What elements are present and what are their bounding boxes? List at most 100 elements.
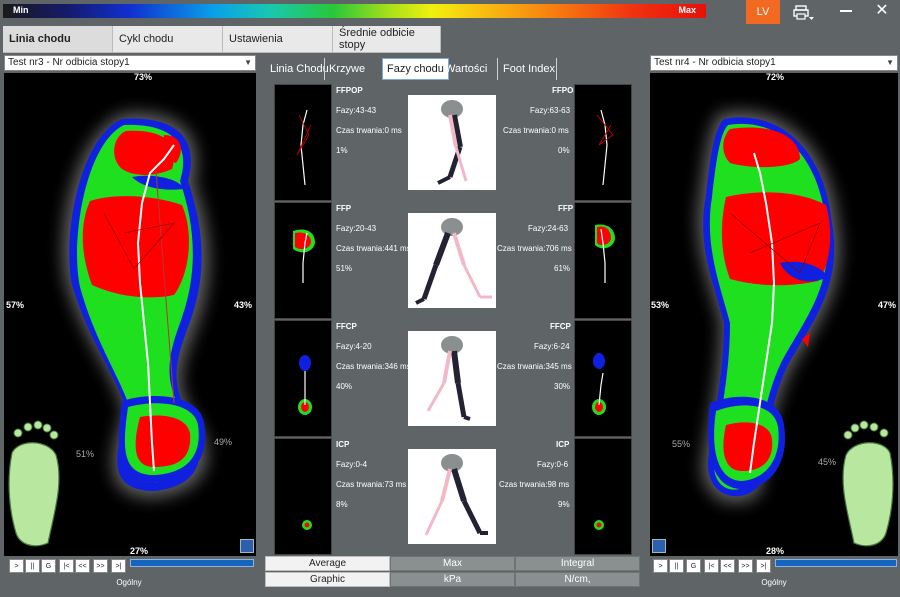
gait-figure-ffpop: [408, 95, 496, 190]
right-heel-left-pct: 55%: [672, 439, 690, 449]
print-icon[interactable]: [793, 5, 815, 21]
play-button[interactable]: >: [9, 559, 24, 573]
first-frame-button[interactable]: |<: [59, 559, 74, 573]
left-phase-thumbnail: [274, 438, 332, 555]
max-button[interactable]: Max: [390, 556, 515, 571]
pause-button[interactable]: ||: [25, 559, 40, 573]
minimize-icon[interactable]: [840, 10, 852, 12]
rewind-button[interactable]: <<: [75, 559, 90, 573]
footprint-icon: [8, 420, 60, 547]
phase-fazy-right: Fazy:24-63: [528, 224, 569, 233]
first-frame-button[interactable]: |<: [704, 559, 719, 573]
right-bottom-pct: 28%: [766, 546, 784, 556]
right-phase-thumbnail: [574, 84, 632, 201]
right-foot-pressure-map: 72% 28% 53% 47% 55% 45%: [651, 72, 896, 556]
close-icon[interactable]: ✕: [874, 3, 890, 19]
phase-czas-right: Czas trwania:345 ms: [497, 362, 572, 371]
right-foot-panel: 72% 28% 53% 47% 55% 45%: [650, 72, 898, 556]
tab-foot-index[interactable]: Foot Index: [503, 58, 555, 80]
phase-row-ffcp: FFCP Fazy:4-20 Czas trwania:346 ms 40% F…: [274, 320, 632, 437]
tab-ustawienia[interactable]: Ustawienia: [223, 26, 333, 53]
right-phase-thumbnail: [574, 320, 632, 437]
refresh-icon[interactable]: [652, 539, 666, 553]
phase-czas-left: Czas trwania:346 ms: [336, 362, 411, 371]
phase-row-ffpop: FFPOP Fazy:43-43 Czas trwania:0 ms 1% FF…: [274, 84, 632, 201]
tab-linia-chodu[interactable]: Linia chodu: [3, 26, 113, 53]
heel-left-pct: 51%: [76, 449, 94, 459]
tab-separator: [556, 58, 557, 80]
phase-name-left: FFP: [336, 204, 352, 213]
last-frame-button[interactable]: >|: [756, 559, 771, 573]
phase-fazy-left: Fazy:0-4: [336, 460, 368, 469]
phase-fazy-right: Fazy:6-24: [534, 342, 570, 351]
tab-separator: [324, 58, 325, 80]
phase-czas-left: Czas trwania:441 ms: [336, 244, 411, 253]
lv-button[interactable]: LV: [746, 0, 780, 24]
tab-krzywe[interactable]: Krzywe: [329, 58, 365, 80]
phase-pct-left: 40%: [336, 382, 353, 391]
left-phase-thumbnail: [274, 202, 332, 319]
right-phase-thumbnail: [574, 202, 632, 319]
refresh-icon[interactable]: [240, 539, 254, 553]
phase-czas-left: Czas trwania:73 ms: [336, 480, 407, 489]
left-foot-pressure-map: 73% 27% 57% 43% 51% 49%: [6, 72, 252, 556]
left-test-select-value: Test nr3 - Nr odbicia stopy1: [8, 57, 130, 68]
right-phase-thumbnail: [574, 438, 632, 555]
phase-name-right: FFP: [558, 204, 574, 213]
left-ogolny-label: Ogólny: [116, 578, 142, 587]
phase-czas-right: Czas trwania:98 ms: [499, 480, 570, 489]
right-side-pct: 43%: [234, 300, 252, 310]
left-top-pct: 73%: [134, 73, 152, 82]
g-button[interactable]: G: [686, 559, 701, 573]
phase-czas-right: Czas trwania:706 ms: [497, 244, 572, 253]
left-test-select[interactable]: Test nr3 - Nr odbicia stopy1 ▼: [4, 55, 256, 71]
tab-srednie-odbicie[interactable]: Średnie odbicie stopy: [333, 26, 441, 53]
phase-fazy-left: Fazy:20-43: [336, 224, 377, 233]
phase-pct-right: 30%: [554, 382, 571, 391]
tab-fazy-chodu[interactable]: Fazy chodu: [382, 58, 449, 80]
left-foot-panel: 73% 27% 57% 43% 51% 49%: [4, 72, 256, 556]
heel-right-pct: 49%: [214, 437, 232, 447]
rewind-button[interactable]: <<: [720, 559, 735, 573]
forward-button[interactable]: >>: [93, 559, 108, 573]
g-button[interactable]: G: [41, 559, 56, 573]
scale-min-label: Min: [13, 5, 29, 15]
ncm-button[interactable]: N/cm,: [515, 572, 640, 587]
right-left-side-pct: 53%: [651, 300, 669, 310]
phase-pct-right: 9%: [558, 500, 570, 509]
right-playback-progress[interactable]: [775, 559, 897, 567]
left-playback-progress[interactable]: [130, 559, 254, 567]
phase-czas-right: Czas trwania:0 ms: [503, 126, 569, 135]
phase-fazy-left: Fazy:43-43: [336, 106, 377, 115]
phase-czas-left: Czas trwania:0 ms: [336, 126, 402, 135]
phase-row-icp: ICP Fazy:0-4 Czas trwania:73 ms 8% ICP F…: [274, 438, 632, 555]
left-phase-thumbnail: [274, 320, 332, 437]
phase-pct-left: 1%: [336, 146, 348, 155]
right-top-pct: 72%: [766, 73, 784, 82]
phase-name-right: FFCP: [550, 322, 571, 331]
right-test-select[interactable]: Test nr4 - Nr odbicia stopy1 ▼: [650, 55, 898, 71]
last-frame-button[interactable]: >|: [111, 559, 126, 573]
forward-button[interactable]: >>: [738, 559, 753, 573]
pause-button[interactable]: ||: [669, 559, 684, 573]
kpa-button[interactable]: kPa: [390, 572, 515, 587]
phase-fazy-right: Fazy:0-6: [537, 460, 569, 469]
phase-pct-right: 0%: [558, 146, 570, 155]
play-button[interactable]: >: [653, 559, 668, 573]
average-button[interactable]: Average: [265, 556, 390, 571]
tab-linia-chodu-mid[interactable]: Linia Chodu: [270, 58, 329, 80]
graphic-button[interactable]: Graphic: [265, 572, 390, 587]
left-side-pct: 57%: [6, 300, 24, 310]
chevron-down-icon: ▼: [244, 58, 252, 67]
left-bottom-pct: 27%: [130, 546, 148, 556]
tab-separator: [497, 58, 498, 80]
tab-wartosci[interactable]: Wartości: [445, 58, 487, 80]
right-right-side-pct: 47%: [878, 300, 896, 310]
right-heel-right-pct: 45%: [818, 457, 836, 467]
phase-name-left: ICP: [336, 440, 350, 449]
gait-figure-icp: [408, 449, 496, 544]
integral-button[interactable]: Integral: [515, 556, 640, 571]
gait-figure-ffp: [408, 213, 496, 308]
tab-cykl-chodu[interactable]: Cykl chodu: [113, 26, 223, 53]
phase-name-left: FFCP: [336, 322, 357, 331]
